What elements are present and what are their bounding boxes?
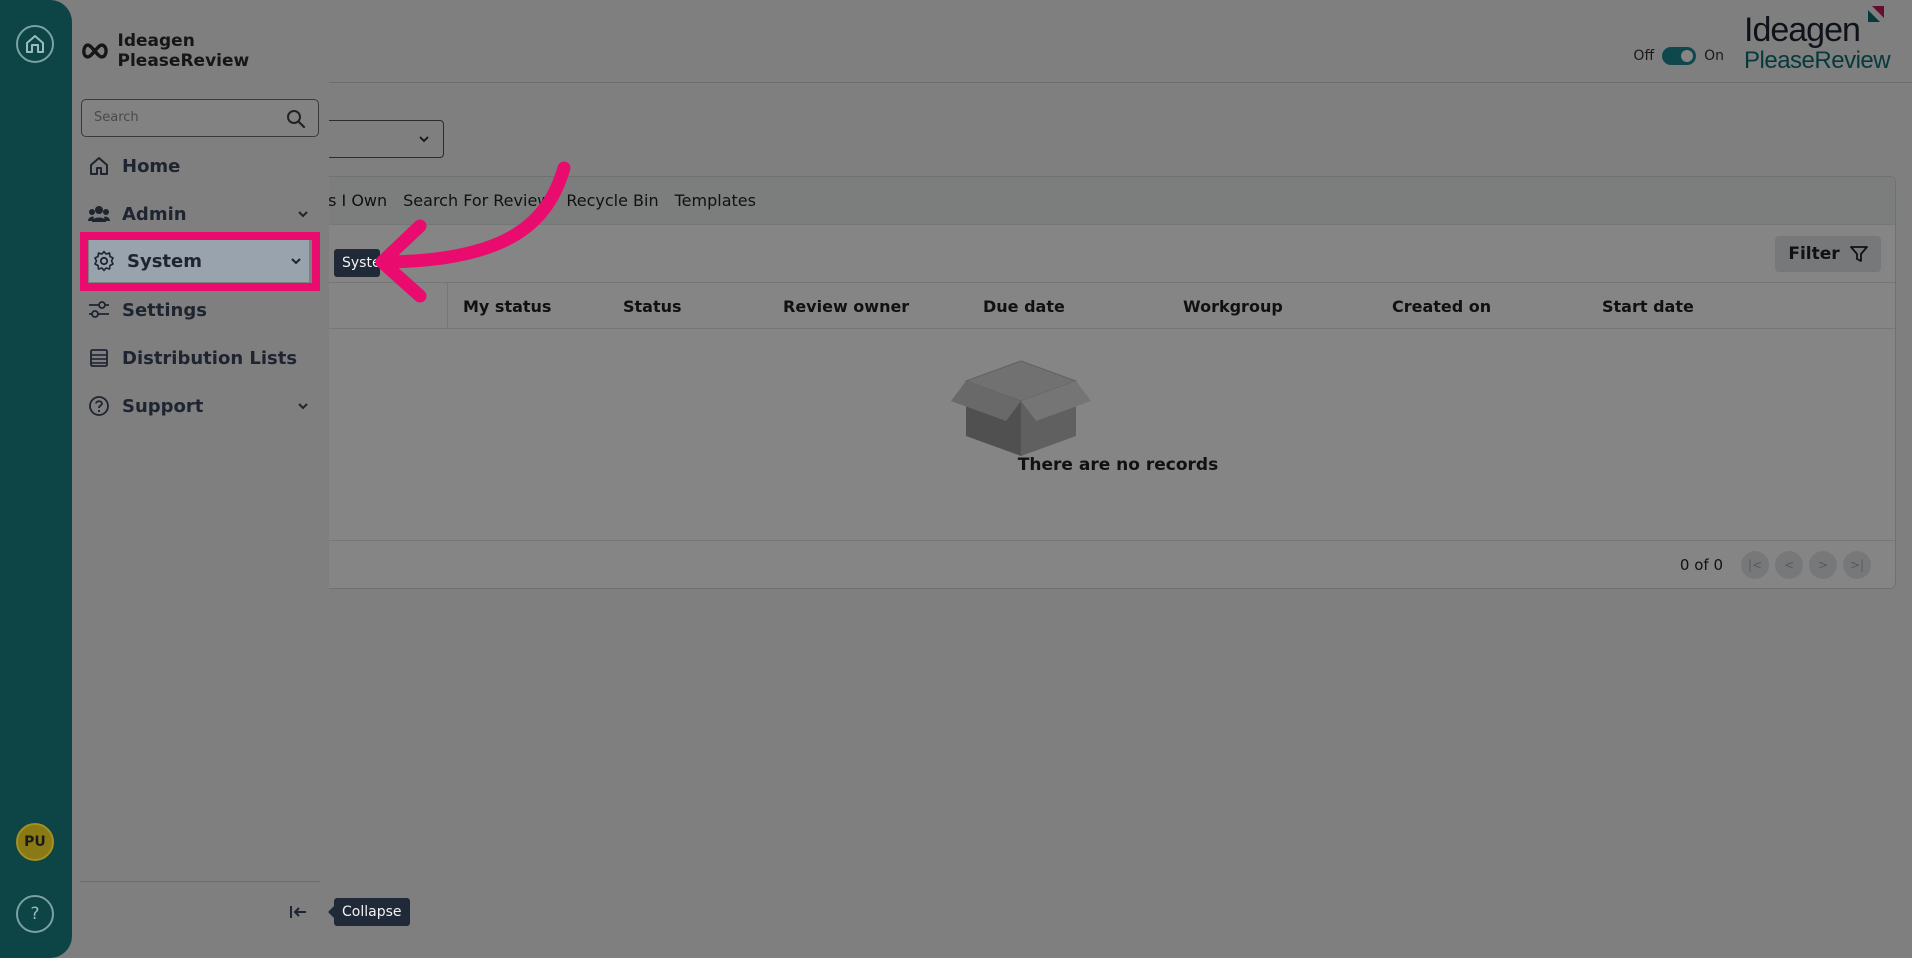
menu-item-label: Distribution Lists bbox=[122, 347, 298, 369]
chevron-down-icon bbox=[298, 211, 308, 218]
help-button[interactable]: ? bbox=[16, 895, 54, 933]
avatar[interactable]: PU bbox=[16, 823, 54, 861]
nav-menu: Ideagen PleaseReview Home Admin System S… bbox=[72, 0, 329, 958]
menu-item-label: Settings bbox=[122, 299, 207, 321]
left-rail: PU ? bbox=[0, 0, 72, 958]
menu-divider bbox=[80, 881, 320, 882]
home-icon bbox=[88, 155, 110, 177]
highlight-box bbox=[80, 232, 320, 291]
search-icon[interactable] bbox=[286, 109, 306, 129]
rail-home-button[interactable] bbox=[16, 25, 54, 63]
menu-item-home[interactable]: Home bbox=[88, 151, 310, 181]
menu-item-label: Home bbox=[122, 155, 181, 177]
menu-item-label: Admin bbox=[122, 203, 187, 225]
tooltip-collapse: Collapse bbox=[328, 898, 410, 926]
sliders-icon bbox=[88, 299, 110, 321]
home-icon bbox=[26, 35, 44, 53]
menu-item-admin[interactable]: Admin bbox=[88, 199, 310, 229]
list-icon bbox=[88, 347, 110, 369]
annotation-arrow-icon bbox=[375, 161, 571, 303]
users-icon bbox=[88, 203, 110, 225]
search-input[interactable] bbox=[82, 100, 277, 135]
menu-item-distribution-lists[interactable]: Distribution Lists bbox=[88, 343, 310, 373]
menu-search bbox=[81, 99, 319, 137]
chevron-down-icon bbox=[298, 403, 308, 410]
menu-item-settings[interactable]: Settings bbox=[88, 295, 310, 325]
menu-brand: Ideagen PleaseReview bbox=[80, 31, 329, 71]
help-circle-icon bbox=[88, 395, 110, 417]
brand-infinity-icon bbox=[82, 43, 108, 59]
tooltip-collapse-text: Collapse bbox=[342, 904, 402, 920]
menu-item-support[interactable]: Support bbox=[88, 391, 310, 421]
menu-brand-text: Ideagen PleaseReview bbox=[117, 31, 250, 71]
menu-item-label: Support bbox=[122, 395, 204, 417]
collapse-icon[interactable] bbox=[288, 902, 308, 922]
